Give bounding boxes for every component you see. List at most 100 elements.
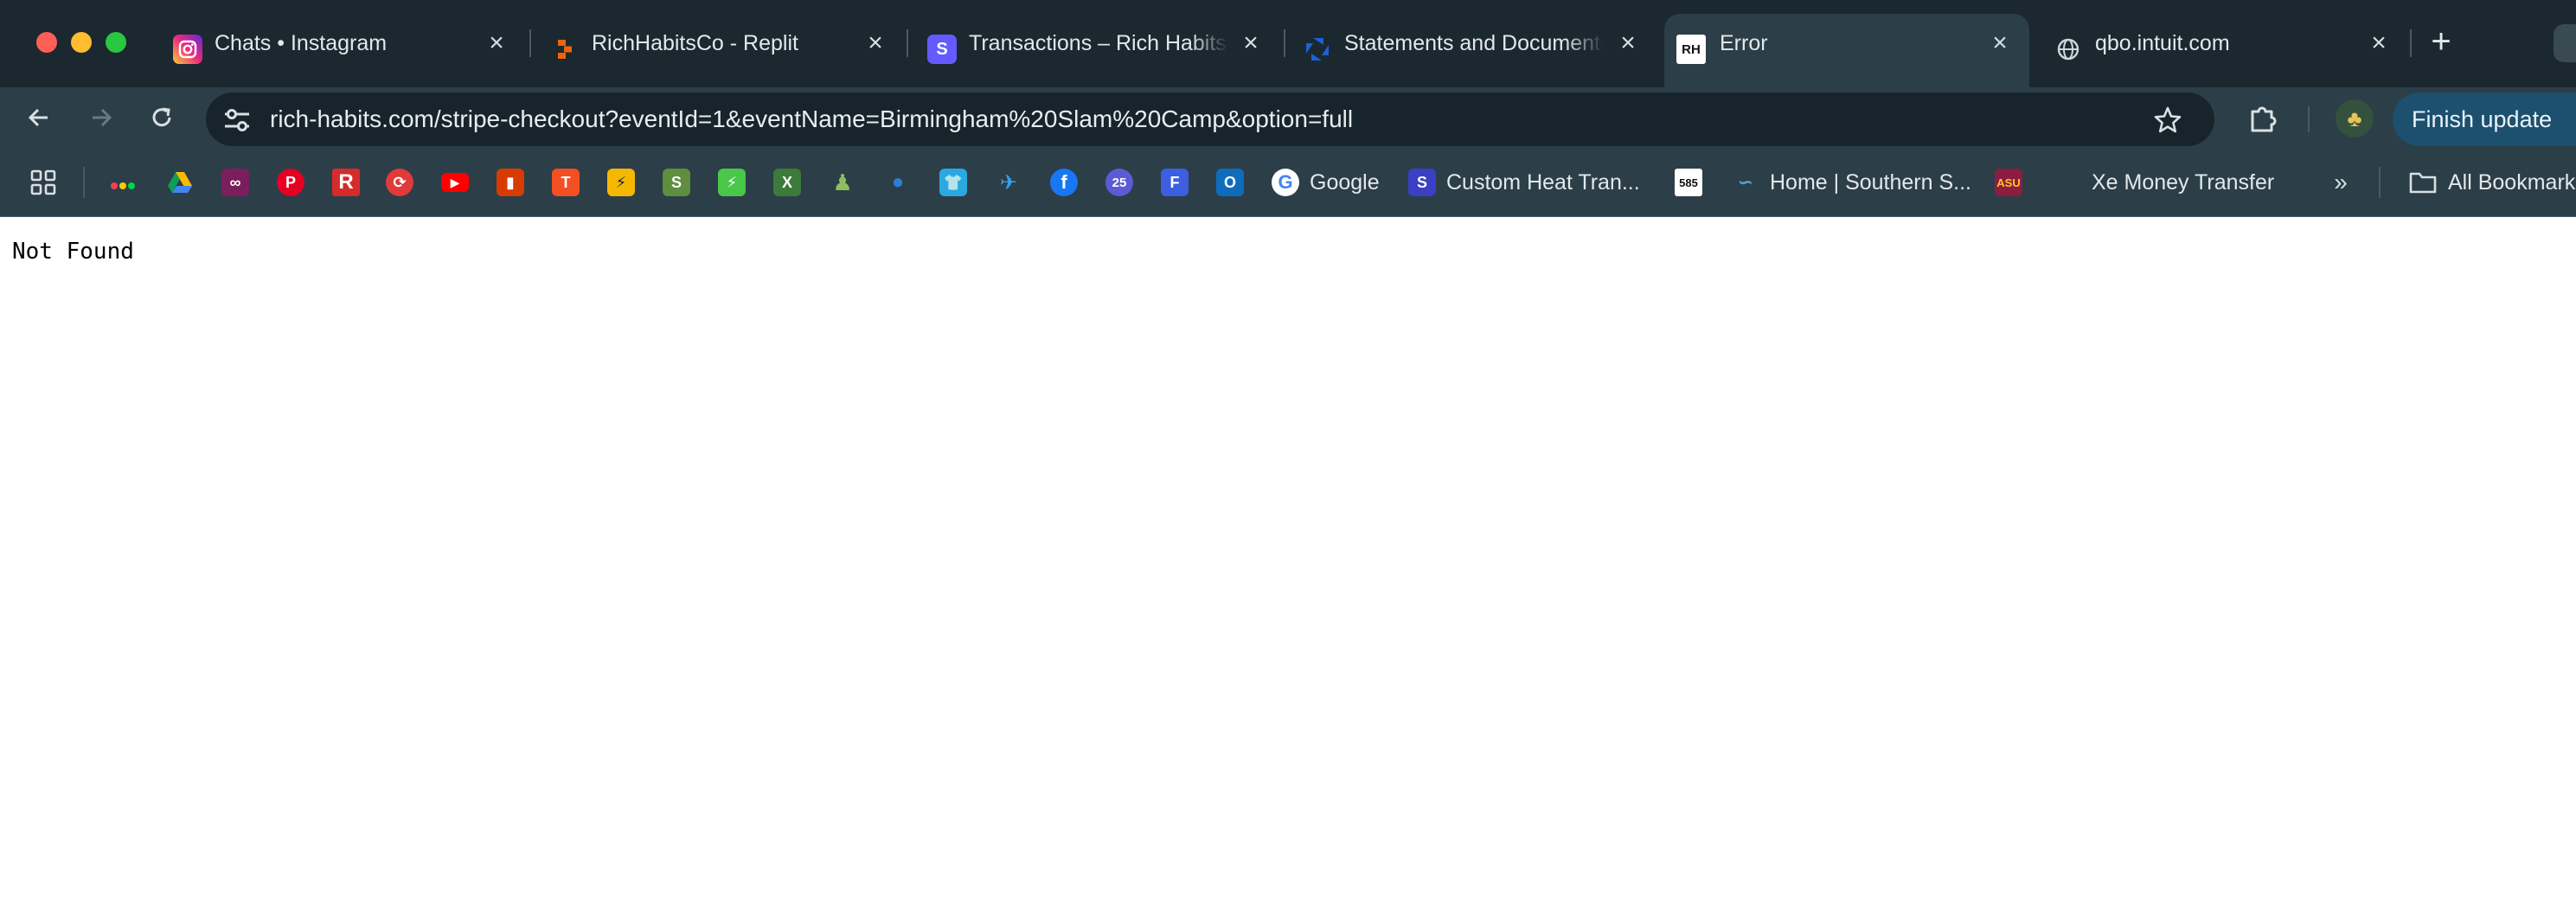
bookmarks-separator xyxy=(2379,167,2381,198)
bookmark-sync[interactable]: ⟳ xyxy=(386,167,413,198)
bookmark-label: Xe Money Transfer xyxy=(2092,169,2275,195)
bookmark-chess[interactable]: ♟ xyxy=(829,167,856,198)
bookmark-585[interactable]: 585 xyxy=(1675,167,1702,198)
rich-habits-icon: RH xyxy=(1676,35,1706,64)
close-tab-icon[interactable]: × xyxy=(1986,29,2014,57)
google-drive-icon xyxy=(166,169,194,196)
585-icon: 585 xyxy=(1675,169,1702,196)
close-tab-icon[interactable]: × xyxy=(2365,29,2393,57)
bookmark-home-southern[interactable]: ∽ Home | Southern S... xyxy=(1732,167,1971,198)
new-tab-button[interactable]: + xyxy=(2422,22,2460,61)
bookmarks-separator xyxy=(83,167,85,198)
custom-heat-icon: S xyxy=(1408,169,1436,196)
bookmark-star-icon[interactable] xyxy=(2152,105,2183,136)
chase-icon xyxy=(1303,35,1332,64)
tab-strip: Chats • Instagram × RichHabitsCo - Repli… xyxy=(0,0,2576,87)
bookmark-label: Custom Heat Tran... xyxy=(1446,169,1640,195)
address-bar[interactable]: rich-habits.com/stripe-checkout?eventId=… xyxy=(206,93,2214,146)
tab-title: qbo.intuit.com xyxy=(2095,31,2230,55)
toolbar-separator xyxy=(2308,106,2310,132)
chevron-double-right-icon: » xyxy=(2334,169,2348,195)
replit-icon xyxy=(550,35,580,64)
zoom-window-button[interactable] xyxy=(106,32,126,53)
forward-button[interactable] xyxy=(83,99,119,136)
pinterest-icon: P xyxy=(277,169,304,196)
bookmark-link[interactable]: ∞ xyxy=(221,167,249,198)
bookmark-custom-heat[interactable]: S Custom Heat Tran... xyxy=(1408,167,1640,198)
bookmark-office[interactable]: ▮ xyxy=(497,167,524,198)
url-text[interactable]: rich-habits.com/stripe-checkout?eventId=… xyxy=(270,93,1353,146)
tab-qbo[interactable]: qbo.intuit.com × xyxy=(2054,14,2400,87)
tab-separator xyxy=(2410,29,2412,57)
close-window-button[interactable] xyxy=(36,32,57,53)
office-icon: ▮ xyxy=(497,169,524,196)
extensions-puzzle-icon[interactable] xyxy=(2246,103,2278,136)
tab-title: Statements and Documents xyxy=(1344,31,1604,55)
tab-title: Chats • Instagram xyxy=(215,31,388,55)
bookmark-label: Google xyxy=(1310,169,1380,195)
tab-instagram[interactable]: Chats • Instagram × xyxy=(173,14,519,87)
bookmark-forms[interactable]: F xyxy=(1161,167,1189,198)
tab-title: Error xyxy=(1720,31,1768,55)
finish-update-button[interactable]: Finish update xyxy=(2393,93,2576,146)
page-content: Not Found xyxy=(0,218,2576,913)
sync-circle-icon: ⟳ xyxy=(386,169,413,196)
youtube-icon: ▶ xyxy=(441,173,469,192)
bookmark-asu[interactable]: ASU xyxy=(1995,167,2022,198)
bookmark-t-app[interactable]: T xyxy=(552,167,580,198)
bookmark-google-drive[interactable] xyxy=(166,167,194,198)
calendar-icon: 25 xyxy=(1105,169,1133,196)
bookmarks-bar: ∞ P R ⟳ ▶ ▮ T ⚡ S ⚡ X ♟ ● 👕 ✈ f 25 F O G… xyxy=(0,148,2576,217)
southern-logo-icon: ∽ xyxy=(1737,171,1754,193)
tab-separator xyxy=(1284,29,1285,57)
close-tab-icon[interactable]: × xyxy=(483,29,510,57)
bookmark-calendar[interactable]: 25 xyxy=(1105,167,1133,198)
bookmark-shopify[interactable]: S xyxy=(663,167,690,198)
bookmark-facebook[interactable]: f xyxy=(1050,167,1078,198)
bookmark-xe[interactable]: Xe Money Transfer xyxy=(2054,167,2274,198)
r-logo-icon: R xyxy=(332,169,360,196)
bookmark-drop[interactable]: ● xyxy=(884,167,912,198)
stripe-icon: S xyxy=(927,35,957,64)
instagram-icon xyxy=(173,35,202,64)
forward-arrow-icon xyxy=(93,108,112,127)
all-bookmarks-button[interactable]: All Bookmarks xyxy=(2408,167,2576,198)
tab-replit[interactable]: RichHabitsCo - Replit × xyxy=(550,14,896,87)
back-button[interactable] xyxy=(21,99,57,136)
close-tab-icon[interactable]: × xyxy=(1614,29,1642,57)
folder-icon xyxy=(2409,172,2437,194)
bookmark-outlook[interactable]: O xyxy=(1216,167,1244,198)
bookmark-lightning[interactable]: ⚡ xyxy=(718,167,746,198)
more-bookmarks-button[interactable]: » xyxy=(2327,167,2355,198)
back-arrow-icon xyxy=(28,108,48,127)
bookmark-shirt[interactable]: 👕 xyxy=(939,167,967,198)
tab-title: RichHabitsCo - Replit xyxy=(592,31,798,55)
tab-title: Transactions – Rich Habits xyxy=(969,31,1227,55)
bookmark-bird[interactable]: ✈ xyxy=(995,167,1022,198)
minimize-window-button[interactable] xyxy=(71,32,92,53)
reload-button[interactable] xyxy=(144,99,180,136)
apps-grid-icon xyxy=(30,169,56,195)
bookmark-r-app[interactable]: R xyxy=(332,167,360,198)
tab-search-button[interactable] xyxy=(2554,24,2576,62)
site-info-icon[interactable] xyxy=(221,105,253,136)
bookmark-x-app[interactable]: X xyxy=(773,167,801,198)
xe-icon xyxy=(2054,169,2081,196)
close-tab-icon[interactable]: × xyxy=(862,29,889,57)
apps-grid-button[interactable] xyxy=(29,167,57,198)
lightning-icon: ⚡ xyxy=(718,169,746,196)
bookmark-chart-app[interactable]: ⚡ xyxy=(607,167,635,198)
tab-chase-statements[interactable]: Statements and Documents × xyxy=(1303,14,1649,87)
tab-separator xyxy=(529,29,531,57)
bookmark-monday[interactable] xyxy=(109,167,137,198)
link-chain-icon: ∞ xyxy=(221,169,249,196)
x-app-icon: X xyxy=(773,169,801,196)
bookmark-pinterest[interactable]: P xyxy=(277,167,304,198)
bookmark-google[interactable]: G Google xyxy=(1272,167,1380,198)
toolbar: rich-habits.com/stripe-checkout?eventId=… xyxy=(0,87,2576,148)
close-tab-icon[interactable]: × xyxy=(1237,29,1265,57)
tab-error-active[interactable]: RH Error × xyxy=(1664,14,2029,87)
bookmark-youtube[interactable]: ▶ xyxy=(441,167,469,198)
tab-stripe-transactions[interactable]: S Transactions – Rich Habits × xyxy=(927,14,1273,87)
profile-avatar[interactable]: ♣ xyxy=(2336,99,2374,137)
